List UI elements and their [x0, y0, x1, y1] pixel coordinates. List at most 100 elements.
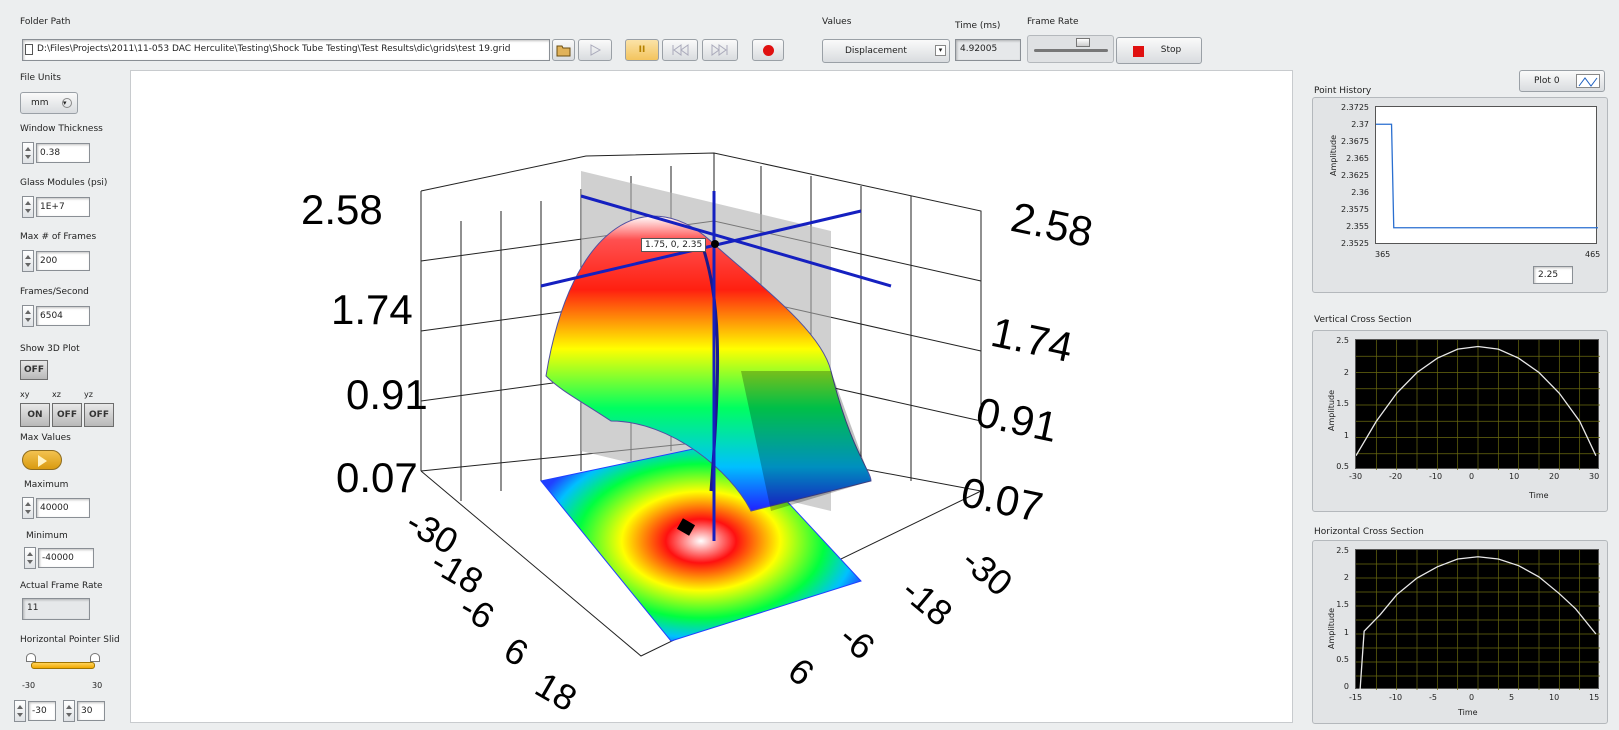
slider-low-thumb[interactable] [26, 653, 36, 662]
slider-high-thumb[interactable] [90, 653, 100, 662]
series-line [1355, 345, 1597, 457]
y-tick-label: 2.3575 [1341, 205, 1369, 214]
rewind-icon [672, 44, 689, 56]
slider-high-value[interactable]: 30 [77, 701, 105, 721]
x-tick-label: 10 [1549, 693, 1560, 702]
fps-control[interactable]: 6504 [22, 305, 92, 327]
frame-rate-slider[interactable] [1027, 35, 1114, 63]
x-tick-label: 15 [1589, 693, 1600, 702]
slider-range [31, 662, 95, 669]
xy-toggle[interactable]: ON [20, 403, 50, 427]
x-tick-label: 0 [1469, 472, 1475, 481]
3d-plot-area[interactable]: 1.75, 0, 2.35 2.58 1.74 0.91 0.07 2.58 1.74 0… [130, 70, 1293, 723]
horizontal-cross-section-title: Horizontal Cross Section [1314, 527, 1424, 537]
plot-legend-button[interactable]: Plot 0 [1519, 70, 1605, 92]
play-icon [590, 44, 602, 56]
horizontal-cross-section-line [1356, 550, 1600, 691]
y-tick-label: 1.5 [1336, 600, 1349, 610]
yz-label: yz [84, 390, 93, 399]
x-tick-label: -5 [1429, 693, 1437, 702]
y-tick-label: 1 [1343, 627, 1349, 637]
x-tick-label: 5 [1509, 693, 1515, 702]
vertical-cross-section-title: Vertical Cross Section [1314, 315, 1412, 325]
series-line [1376, 123, 1598, 229]
point-history-cursor-value[interactable]: 2.25 [1533, 266, 1573, 284]
y-tick-label: 0.5 [1336, 462, 1349, 471]
record-icon [763, 45, 774, 56]
glass-modulus-value[interactable]: 1E+7 [36, 197, 90, 217]
window-thickness-control[interactable]: 0.38 [22, 142, 92, 164]
y-tick-label: 2.37 [1351, 120, 1369, 129]
values-dropdown[interactable]: Displacement ▾ [822, 39, 950, 63]
max-frames-control[interactable]: 200 [22, 250, 92, 272]
window-thickness-value[interactable]: 0.38 [36, 143, 90, 163]
z-tick-left-1: 1.74 [331, 286, 413, 333]
point-history-panel: 2.3725 2.37 2.3675 2.365 2.3625 2.36 2.3575 2.3… [1312, 97, 1608, 293]
rewind-button[interactable] [662, 39, 698, 61]
cursor-readout: 1.75, 0, 2.35 [641, 238, 707, 252]
slider-thumb[interactable] [1076, 38, 1090, 47]
horizontal-pointer-slider[interactable] [22, 652, 104, 680]
actual-frame-rate-label: Actual Frame Rate [20, 581, 103, 591]
y-tick-label: 2.3725 [1341, 103, 1369, 112]
browse-folder-button[interactable] [552, 39, 575, 61]
stepper-icon[interactable] [14, 700, 26, 722]
x-axis-label: Time [1529, 491, 1549, 500]
max-frames-label: Max # of Frames [20, 232, 97, 242]
yz-toggle[interactable]: OFF [84, 403, 114, 427]
stepper-icon[interactable] [22, 305, 34, 327]
slider-high-control[interactable]: 30 [63, 700, 107, 722]
fps-value[interactable]: 6504 [36, 306, 90, 326]
x-tick-label: -15 [1349, 693, 1363, 702]
stepper-icon[interactable] [22, 142, 34, 164]
xz-toggle[interactable]: OFF [52, 403, 82, 427]
z-tick-left-2: 0.91 [346, 371, 428, 418]
max-values-toggle[interactable] [22, 450, 62, 470]
stepper-icon[interactable] [22, 497, 34, 519]
x-tick-label: 20 [1549, 472, 1560, 481]
minimum-value[interactable]: -40000 [38, 548, 94, 568]
y-tick-label: 2.36 [1351, 188, 1369, 197]
vertical-cross-section-panel: 2.5 2 1.5 1 0.5 -30 -20 -10 0 10 20 30 Time Amplit… [1312, 330, 1608, 512]
maximum-value[interactable]: 40000 [36, 498, 90, 518]
folder-icon [556, 45, 570, 57]
stepper-icon[interactable] [22, 196, 34, 218]
minimum-control[interactable]: -40000 [24, 547, 96, 569]
slider-min-label: -30 [22, 681, 36, 690]
vertical-cross-section-plot[interactable] [1355, 339, 1600, 470]
file-units-value: mm [31, 98, 49, 108]
show-3d-plot-toggle[interactable]: OFF [20, 360, 48, 380]
record-button[interactable] [752, 39, 784, 61]
play-button[interactable] [578, 39, 612, 61]
pause-button[interactable]: II [625, 39, 659, 61]
maximum-control[interactable]: 40000 [22, 497, 92, 519]
x-tick-label: -10 [1429, 472, 1443, 481]
stop-icon [1133, 46, 1144, 57]
file-units-select[interactable]: mm ▾ [20, 92, 78, 114]
chevron-down-icon: ▾ [62, 98, 72, 108]
stepper-icon[interactable] [22, 250, 34, 272]
max-frames-value[interactable]: 200 [36, 251, 90, 271]
xz-label: xz [52, 390, 61, 399]
slider-track [1034, 49, 1108, 52]
folder-path-input[interactable]: D:\Files\Projects\2011\11-053 DAC Hercul… [22, 39, 550, 61]
point-history-plot[interactable] [1375, 106, 1598, 244]
stepper-icon[interactable] [24, 547, 36, 569]
x-tick-label: -30 [1349, 472, 1363, 481]
slider-low-control[interactable]: -30 [14, 700, 58, 722]
fast-forward-icon [711, 44, 728, 56]
slider-low-value[interactable]: -30 [28, 701, 56, 721]
x-tick-label: 0 [1469, 693, 1475, 702]
file-units-label: File Units [20, 73, 61, 83]
glass-modulus-label: Glass Modules (psi) [20, 178, 108, 188]
arrow-right-icon [38, 455, 47, 467]
y-tick-label: 2.3675 [1341, 137, 1369, 146]
stop-button[interactable]: Stop [1116, 37, 1202, 64]
horizontal-cross-section-plot[interactable] [1355, 549, 1600, 691]
fast-forward-button[interactable] [702, 39, 738, 61]
y-tick-label: 0 [1343, 682, 1349, 691]
max-values-label: Max Values [20, 433, 71, 443]
stepper-icon[interactable] [63, 700, 75, 722]
values-label: Values [822, 17, 852, 27]
glass-modulus-control[interactable]: 1E+7 [22, 196, 92, 218]
